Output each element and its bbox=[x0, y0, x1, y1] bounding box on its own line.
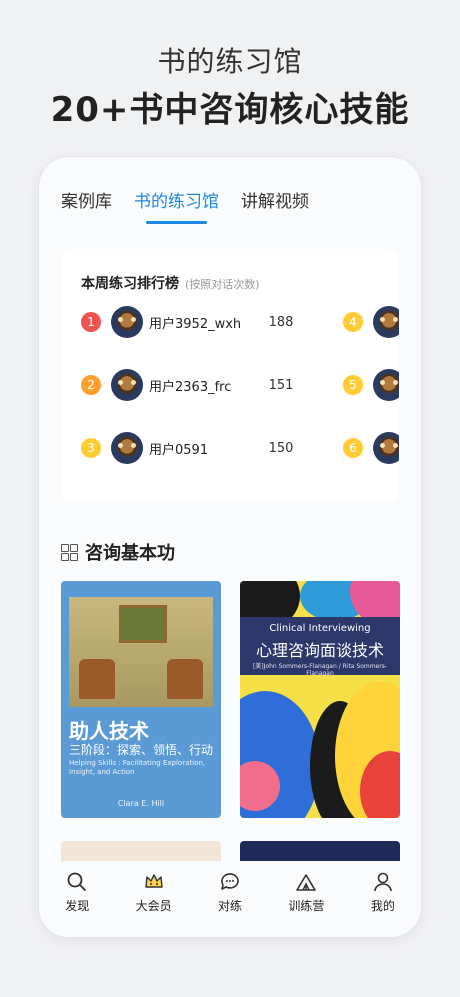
nav-me[interactable]: 我的 bbox=[345, 861, 421, 937]
user-name: 用户2363_frc bbox=[149, 379, 232, 395]
avatar bbox=[111, 369, 143, 401]
tab-practice-hall[interactable]: 书的练习馆 bbox=[134, 187, 219, 224]
section-title-text: 咨询基本功 bbox=[85, 543, 175, 564]
rank-badge: 4 bbox=[343, 312, 363, 332]
tent-icon bbox=[296, 874, 317, 891]
rank-badge: 6 bbox=[343, 438, 363, 458]
book-subtitle: 三阶段：探索、领悟、行动 bbox=[69, 743, 214, 757]
book-english-title: Clinical Interviewing bbox=[269, 623, 371, 634]
chair-right bbox=[167, 659, 203, 699]
user-icon bbox=[374, 872, 392, 892]
nav-membership[interactable]: 大会员 bbox=[115, 861, 191, 937]
promo-subtitle: 书的练习馆 bbox=[157, 45, 303, 78]
rank-badge: 5 bbox=[343, 375, 363, 395]
grid-icon bbox=[61, 544, 78, 561]
ranking-title: 本周练习排行榜 (按照对话次数) bbox=[81, 273, 260, 293]
rank-badge: 2 bbox=[81, 375, 101, 395]
book-authors: [美]John Sommers-Flanagan / Rita Sommers-… bbox=[252, 663, 388, 677]
avatar bbox=[373, 306, 399, 338]
ranking-row[interactable]: 3 用户0591 150 bbox=[81, 431, 301, 465]
painting-frame bbox=[119, 605, 167, 643]
book-cover-art bbox=[69, 597, 213, 707]
user-name: 用户3952_wxh bbox=[149, 316, 242, 332]
book-author: Clara E. Hill bbox=[117, 799, 165, 808]
ranking-row[interactable]: 2 用户2363_frc 151 bbox=[81, 368, 301, 402]
nav-label: 我的 bbox=[370, 899, 395, 913]
chair-left bbox=[79, 659, 115, 699]
ranking-row[interactable]: 6 bbox=[343, 431, 399, 465]
nav-practice[interactable]: 对练 bbox=[192, 861, 268, 937]
section-title: 咨询基本功 bbox=[61, 539, 175, 565]
ranking-row[interactable]: 5 bbox=[343, 368, 399, 402]
book-card-helping-skills[interactable]: 助人技术 三阶段：探索、领悟、行动 Helping Skills : Facil… bbox=[61, 581, 221, 818]
book-title: 助人技术 bbox=[69, 719, 149, 743]
nav-label: 发现 bbox=[65, 899, 90, 913]
crown-icon bbox=[144, 874, 163, 888]
rank-badge: 1 bbox=[81, 312, 101, 332]
tab-videos[interactable]: 讲解视频 bbox=[241, 187, 309, 224]
avatar bbox=[373, 369, 399, 401]
practice-count: 188 bbox=[268, 314, 294, 330]
book-title: 心理咨询面谈技术 bbox=[255, 641, 384, 660]
nav-label: 对练 bbox=[218, 899, 243, 913]
ranking-note: (按照对话次数) bbox=[185, 278, 260, 291]
book-card-clinical-interviewing[interactable]: Clinical Interviewing 心理咨询面谈技术 [美]John S… bbox=[240, 581, 400, 818]
practice-count: 150 bbox=[268, 440, 294, 456]
nav-label: 大会员 bbox=[135, 899, 172, 913]
phone-screen: 案例库 书的练习馆 讲解视频 本周练习排行榜 (按照对话次数) 1 用户3952_… bbox=[39, 157, 421, 937]
ranking-row[interactable]: 1 用户3952_wxh 188 bbox=[81, 305, 301, 339]
book-english-title: Helping Skills : Facilitating Exploratio… bbox=[69, 759, 206, 776]
rank-badge: 3 bbox=[81, 438, 101, 458]
nav-label: 训练营 bbox=[288, 899, 325, 913]
avatar bbox=[111, 432, 143, 464]
ranking-card: 本周练习排行榜 (按照对话次数) 1 用户3952_wxh 188 2 用户236… bbox=[61, 249, 399, 501]
chat-icon bbox=[221, 873, 239, 890]
user-name: 用户0591 bbox=[149, 442, 209, 458]
practice-count: 151 bbox=[268, 377, 294, 393]
bottom-tab-bar: 发现 大会员 对练 训练营 我的 bbox=[39, 861, 421, 937]
ranking-title-text: 本周练习排行榜 bbox=[81, 276, 179, 292]
top-tabs: 案例库 书的练习馆 讲解视频 bbox=[61, 187, 309, 224]
nav-camp[interactable]: 训练营 bbox=[268, 861, 344, 937]
avatar bbox=[111, 306, 143, 338]
nav-discover[interactable]: 发现 bbox=[39, 861, 115, 937]
promo-headline: 20+书中咨询核心技能 bbox=[50, 90, 410, 130]
ranking-row[interactable]: 4 bbox=[343, 305, 399, 339]
tab-case-library[interactable]: 案例库 bbox=[61, 187, 112, 224]
avatar bbox=[373, 432, 399, 464]
search-icon bbox=[67, 872, 87, 891]
